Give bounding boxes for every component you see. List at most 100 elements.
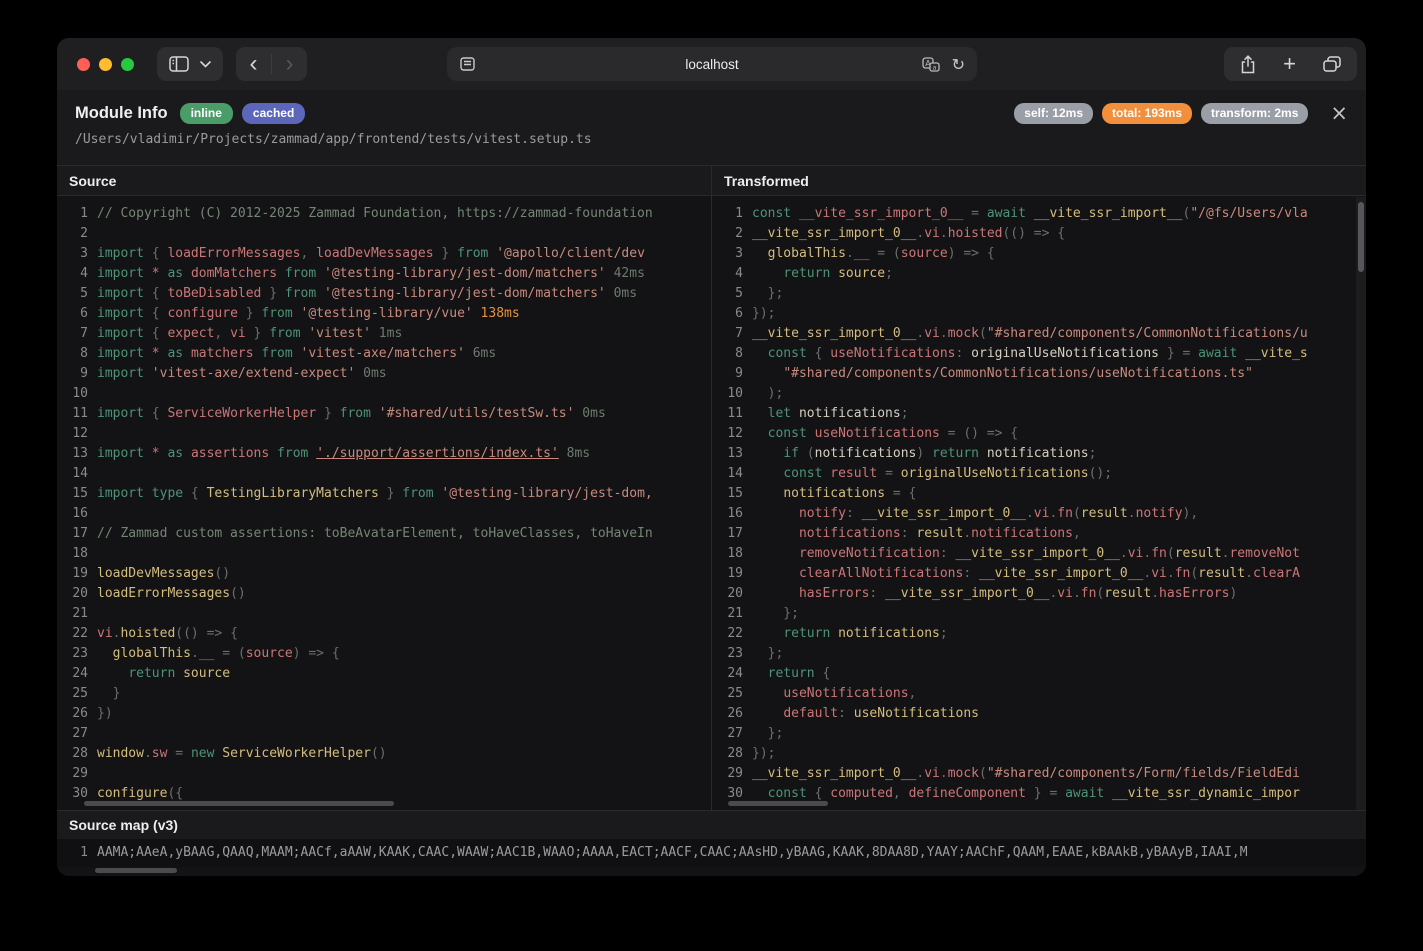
line-number: 11 (57, 404, 97, 424)
code-line: 6}); (712, 304, 1366, 324)
line-number: 20 (712, 584, 752, 604)
sidebar-icon[interactable] (169, 56, 189, 72)
line-number: 9 (57, 364, 97, 384)
code-line: 22 return notifications; (712, 624, 1366, 644)
line-number: 19 (57, 564, 97, 584)
close-window-button[interactable] (77, 58, 90, 71)
code-line: 10 (57, 384, 711, 404)
code-line: 12 (57, 424, 711, 444)
close-icon[interactable]: × (1330, 103, 1348, 124)
new-tab-button[interactable]: + (1283, 47, 1296, 81)
code-line: 24 return source (57, 664, 711, 684)
code-line: 17// Zammad custom assertions: toBeAvata… (57, 524, 711, 544)
line-number: 7 (712, 324, 752, 344)
code-line: 22vi.hoisted(() => { (57, 624, 711, 644)
line-number: 18 (712, 544, 752, 564)
code-line: 11 let notifications; (712, 404, 1366, 424)
line-number: 16 (57, 504, 97, 524)
timing-self: self: 12ms (1014, 103, 1093, 123)
source-code: 1// Copyright (C) 2012-2025 Zammad Found… (57, 196, 711, 810)
code-line: 2 (57, 224, 711, 244)
line-number: 19 (712, 564, 752, 584)
tab-overview-icon[interactable] (1323, 47, 1341, 81)
module-file-link[interactable]: './support/assertions/index.ts' (316, 446, 559, 461)
line-number: 8 (57, 344, 97, 364)
reload-icon[interactable]: ↻ (952, 55, 965, 74)
url-bar[interactable]: localhost A a ↻ (447, 47, 977, 81)
line-number: 6 (57, 304, 97, 324)
line-number: 14 (712, 464, 752, 484)
line-number: 22 (57, 624, 97, 644)
line-number: 23 (712, 644, 752, 664)
line-number: 1 (712, 204, 752, 224)
line-number: 23 (57, 644, 97, 664)
url-text[interactable]: localhost (447, 57, 977, 72)
history-nav-group: ‹ › (236, 47, 307, 81)
share-icon[interactable] (1240, 47, 1256, 81)
chevron-down-icon[interactable] (200, 61, 211, 68)
code-line: 15 notifications = { (712, 484, 1366, 504)
code-line: 29 (57, 764, 711, 784)
sourcemap-section: Source map (v3) 1AAMA;AAeA,yBAAG,QAAQ,MA… (57, 810, 1366, 876)
line-number: 25 (57, 684, 97, 704)
line-number: 27 (57, 724, 97, 744)
forward-button[interactable]: › (272, 47, 307, 81)
code-line: 13import * as assertions from './support… (57, 444, 711, 464)
timing-total: total: 193ms (1102, 103, 1192, 123)
code-line: 10 ); (712, 384, 1366, 404)
code-line: 26}) (57, 704, 711, 724)
line-number: 1 (57, 839, 97, 867)
source-panel-title: Source (57, 166, 711, 196)
line-number: 25 (712, 684, 752, 704)
line-number: 24 (57, 664, 97, 684)
line-number: 5 (57, 284, 97, 304)
zoom-window-button[interactable] (121, 58, 134, 71)
code-line: 12 const useNotifications = () => { (712, 424, 1366, 444)
code-line: 21 }; (712, 604, 1366, 624)
line-number: 24 (712, 664, 752, 684)
code-line: 5 }; (712, 284, 1366, 304)
code-line: 24 return { (712, 664, 1366, 684)
line-number: 6 (712, 304, 752, 324)
line-number: 10 (57, 384, 97, 404)
code-line: 28}); (712, 744, 1366, 764)
code-line: 14 const result = originalUseNotificatio… (712, 464, 1366, 484)
code-line: 11import { ServiceWorkerHelper } from '#… (57, 404, 711, 424)
minimize-window-button[interactable] (99, 58, 112, 71)
code-line: 26 default: useNotifications (712, 704, 1366, 724)
code-line: 3import { loadErrorMessages, loadDevMess… (57, 244, 711, 264)
line-number: 9 (712, 364, 752, 384)
line-number: 15 (57, 484, 97, 504)
code-panels: Source 1// Copyright (C) 2012-2025 Zamma… (57, 166, 1366, 810)
code-line: 2__vite_ssr_import_0__.vi.hoisted(() => … (712, 224, 1366, 244)
line-number: 11 (712, 404, 752, 424)
toolbar-actions-group: + (1224, 47, 1357, 81)
code-line: 29__vite_ssr_import_0__.vi.mock("#shared… (712, 764, 1366, 784)
line-number: 15 (712, 484, 752, 504)
line-number: 17 (712, 524, 752, 544)
browser-toolbar: ‹ › localhost A a (57, 38, 1366, 90)
line-number: 4 (712, 264, 752, 284)
translate-icon[interactable]: A a (922, 57, 940, 72)
module-badges: inlinecached (180, 103, 306, 123)
code-line: 5import { toBeDisabled } from '@testing-… (57, 284, 711, 304)
line-number: 13 (57, 444, 97, 464)
line-number: 2 (57, 224, 97, 244)
back-button[interactable]: ‹ (236, 47, 271, 81)
transformed-vscrollbar[interactable] (1358, 202, 1364, 272)
code-line: 21 (57, 604, 711, 624)
code-line: 17 notifications: result.notifications, (712, 524, 1366, 544)
page-title: Module Info (75, 104, 168, 123)
transformed-code: 1const __vite_ssr_import_0__ = await __v… (712, 196, 1366, 810)
code-line: 9 "#shared/components/CommonNotification… (712, 364, 1366, 384)
code-line: 4 return source; (712, 264, 1366, 284)
line-number: 18 (57, 544, 97, 564)
line-number: 14 (57, 464, 97, 484)
transformed-hscrollbar[interactable] (728, 801, 828, 806)
line-number: 26 (712, 704, 752, 724)
source-hscrollbar[interactable] (84, 801, 394, 806)
code-line: 15import type { TestingLibraryMatchers }… (57, 484, 711, 504)
sourcemap-hscrollbar[interactable] (95, 868, 177, 873)
code-line: 16 notify: __vite_ssr_import_0__.vi.fn(r… (712, 504, 1366, 524)
code-line: 19loadDevMessages() (57, 564, 711, 584)
